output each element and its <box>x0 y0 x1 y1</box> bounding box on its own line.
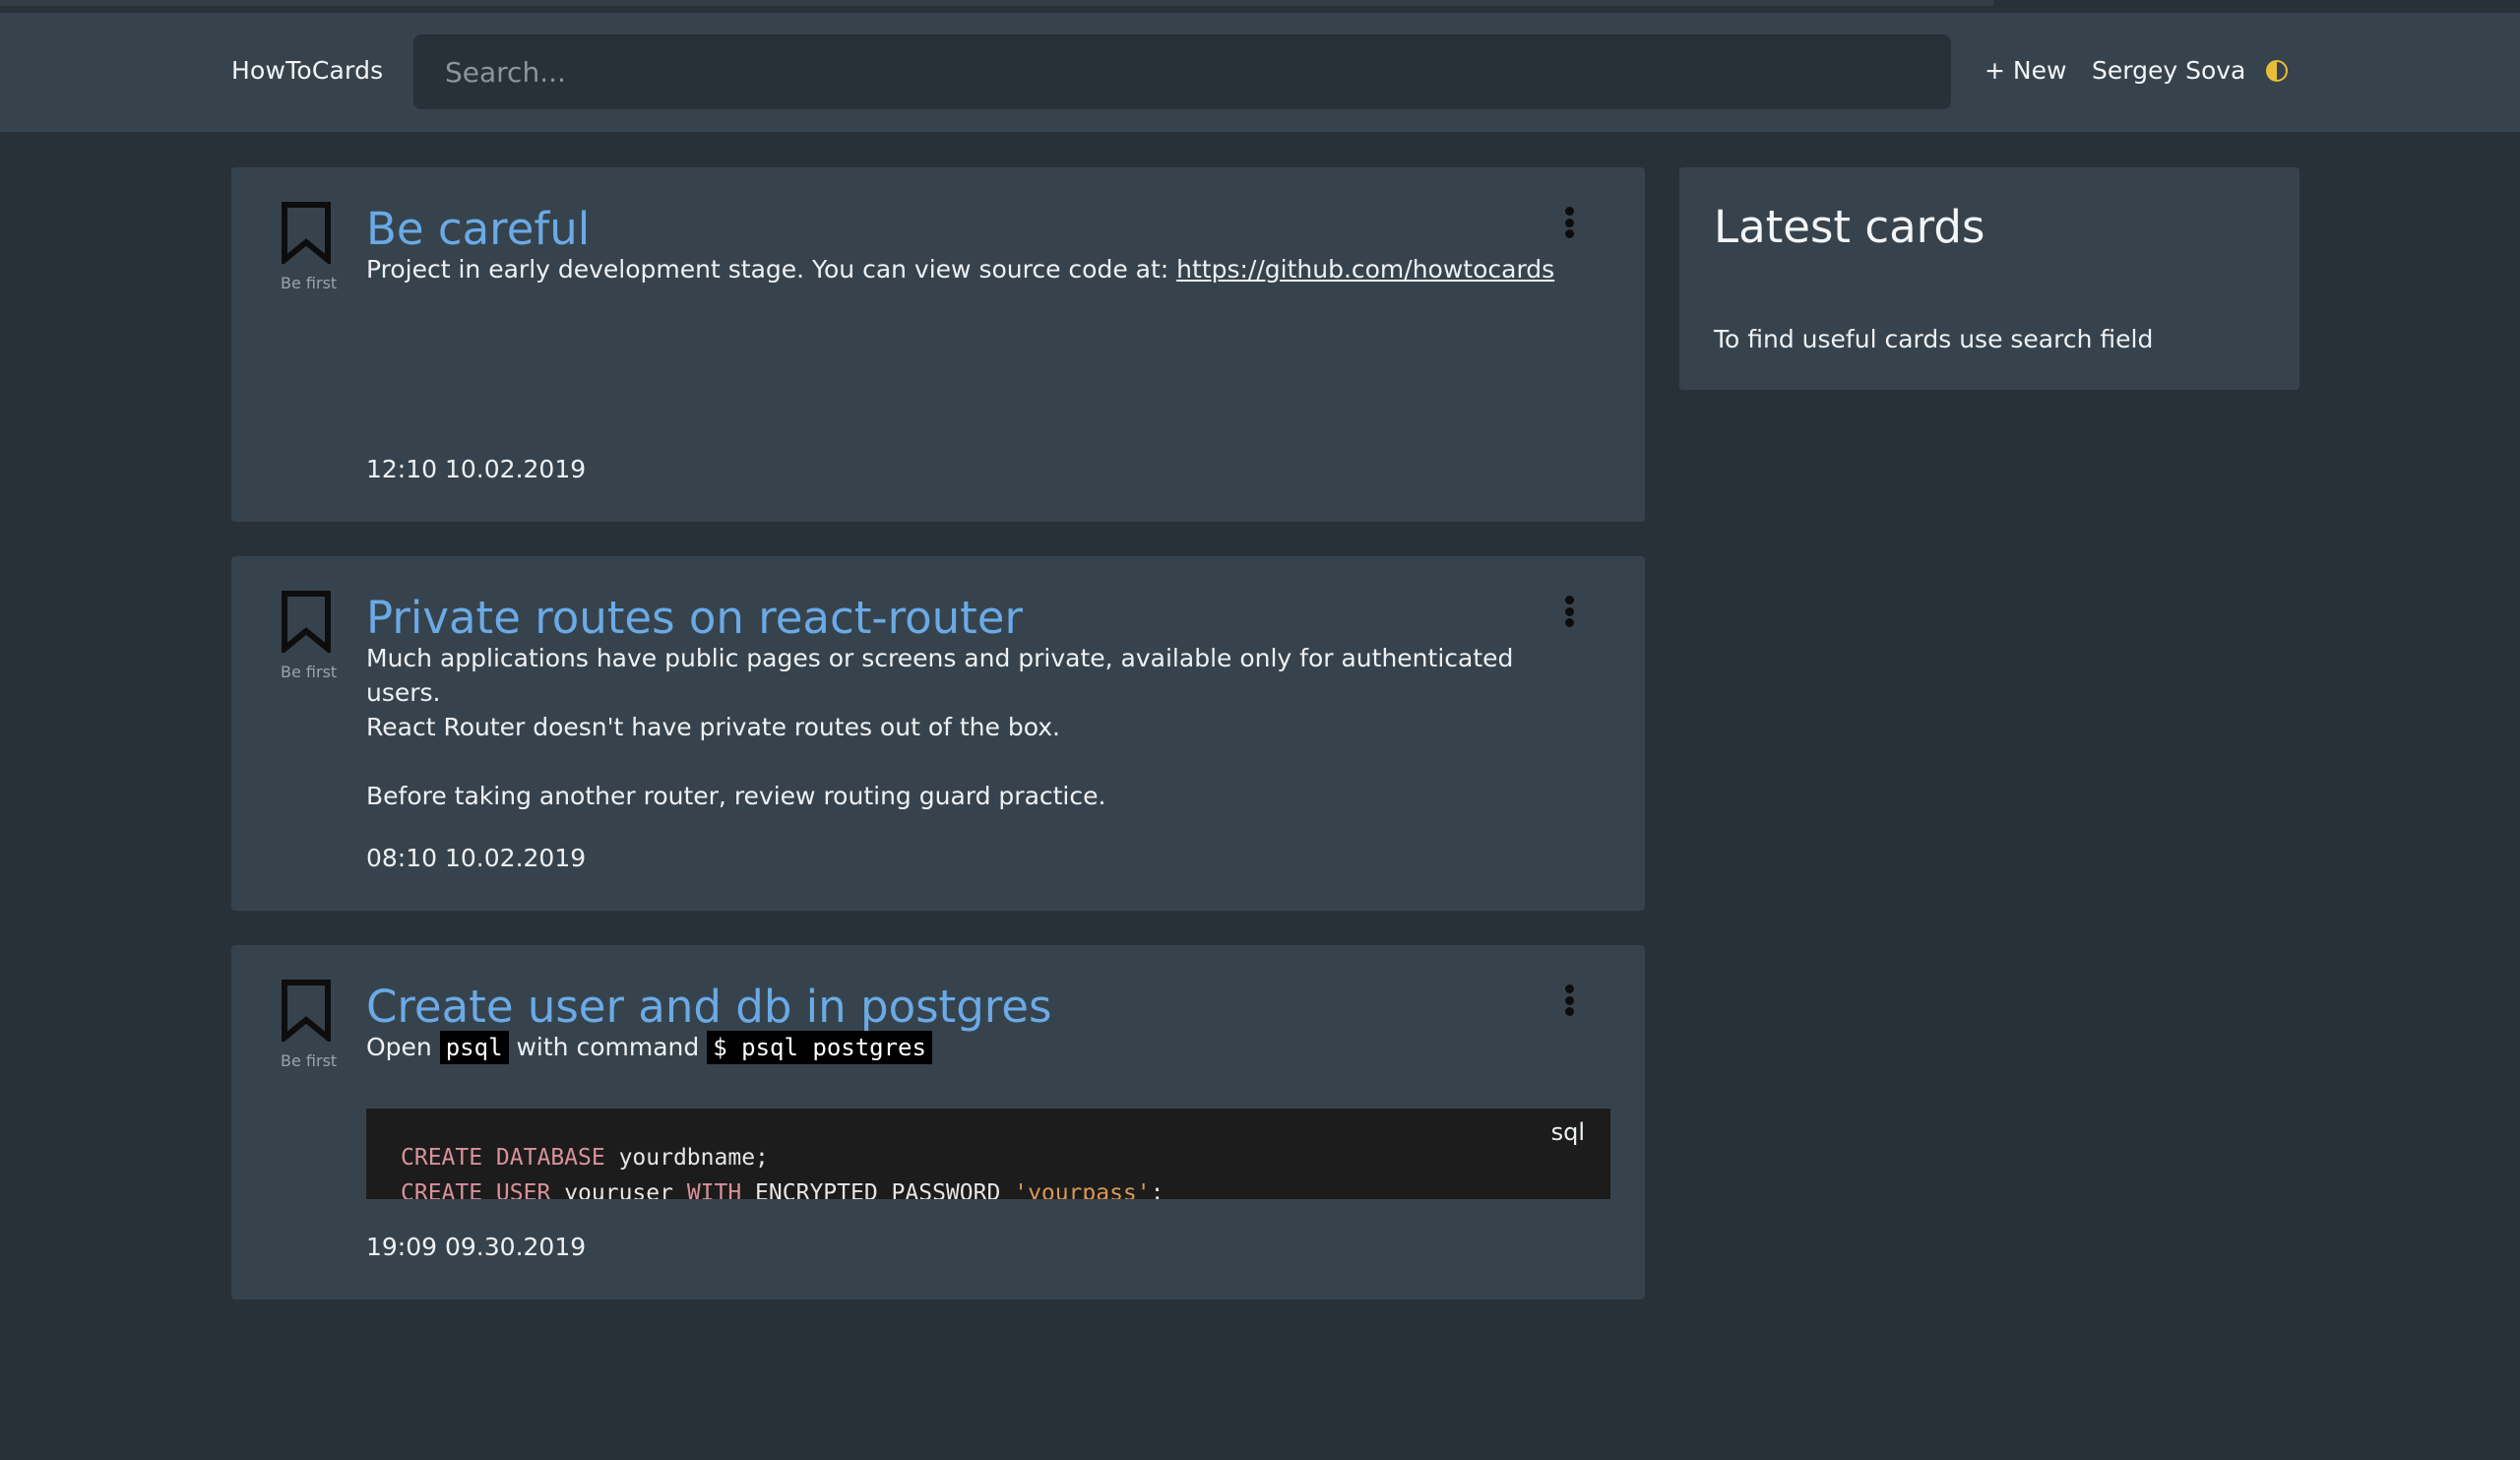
more-vertical-icon[interactable] <box>1562 207 1576 238</box>
code-text: ; <box>1150 1180 1165 1199</box>
card-body-line: Much applications have public pages or s… <box>366 644 1514 707</box>
half-moon-icon[interactable] <box>2266 60 2288 82</box>
card-title-link[interactable]: Create user and db in postgres <box>366 981 1051 1033</box>
bookmark-icon[interactable] <box>281 590 332 653</box>
card: Be first Be careful Project in early dev… <box>231 167 1645 522</box>
code-text: yourdbname; <box>604 1145 769 1171</box>
sidebar-title: Latest cards <box>1714 201 1985 253</box>
new-card-button[interactable]: + New <box>1984 56 2066 85</box>
code-keyword: CREATE DATABASE <box>401 1145 605 1171</box>
card-body-line: React Router doesn't have private routes… <box>366 713 1060 741</box>
card-body-text: Open <box>366 1033 432 1061</box>
code-language-label: sql <box>1550 1118 1585 1146</box>
card-date: 08:10 10.02.2019 <box>366 844 587 872</box>
brand-logo[interactable]: HowToCards <box>231 56 383 85</box>
code-block: sql CREATE DATABASE yourdbname; CREATE US… <box>366 1109 1610 1199</box>
card-title-link[interactable]: Be careful <box>366 203 590 255</box>
latest-cards-panel: Latest cards To find useful cards use se… <box>1679 167 2300 390</box>
code-keyword: CREATE USER <box>401 1180 551 1199</box>
bookmark-caption: Be first <box>281 1051 338 1070</box>
card-body: Project in early development stage. You … <box>366 252 1587 286</box>
card-title-link[interactable]: Private routes on react-router <box>366 592 1023 644</box>
bookmark-caption: Be first <box>281 663 338 681</box>
card-body-line: Before taking another router, review rou… <box>366 782 1106 810</box>
github-link[interactable]: https://github.com/howtocards <box>1176 255 1554 284</box>
code-lines: CREATE DATABASE yourdbname; CREATE USER y… <box>401 1140 1165 1199</box>
card: Be first Create user and db in postgres … <box>231 945 1645 1300</box>
top-navbar: HowToCards + New Sergey Sova <box>0 13 2520 132</box>
card-body-text: Project in early development stage. You … <box>366 255 1177 284</box>
more-vertical-icon[interactable] <box>1562 984 1576 1016</box>
more-vertical-icon[interactable] <box>1562 596 1576 627</box>
top-progress-fill <box>0 0 1993 6</box>
card-body-text: with command <box>516 1033 700 1061</box>
code-text: ENCRYPTED PASSWORD <box>741 1180 1015 1199</box>
bookmark-icon[interactable] <box>281 979 332 1042</box>
bookmark-icon[interactable] <box>281 201 332 264</box>
code-text: youruser <box>550 1180 687 1199</box>
inline-code: $ psql postgres <box>707 1031 932 1064</box>
card-date: 12:10 10.02.2019 <box>366 455 587 483</box>
code-string: 'yourpass' <box>1014 1180 1151 1199</box>
inline-code: psql <box>439 1031 509 1064</box>
bookmark-caption: Be first <box>281 274 338 292</box>
card-date: 19:09 09.30.2019 <box>366 1233 587 1261</box>
code-line: CREATE DATABASE yourdbname; <box>401 1140 1165 1175</box>
code-keyword: WITH <box>686 1180 742 1199</box>
card: Be first Private routes on react-router … <box>231 556 1645 911</box>
user-profile-link[interactable]: Sergey Sova <box>2092 56 2245 85</box>
code-line: CREATE USER youruser WITH ENCRYPTED PASS… <box>401 1175 1165 1199</box>
sidebar-hint: To find useful cards use search field <box>1714 325 2154 353</box>
top-progress-bar <box>0 0 2520 13</box>
card-body: Much applications have public pages or s… <box>366 641 1587 813</box>
card-body: Open psql with command $ psql postgres <box>366 1030 1587 1065</box>
search-input[interactable] <box>413 34 1951 109</box>
